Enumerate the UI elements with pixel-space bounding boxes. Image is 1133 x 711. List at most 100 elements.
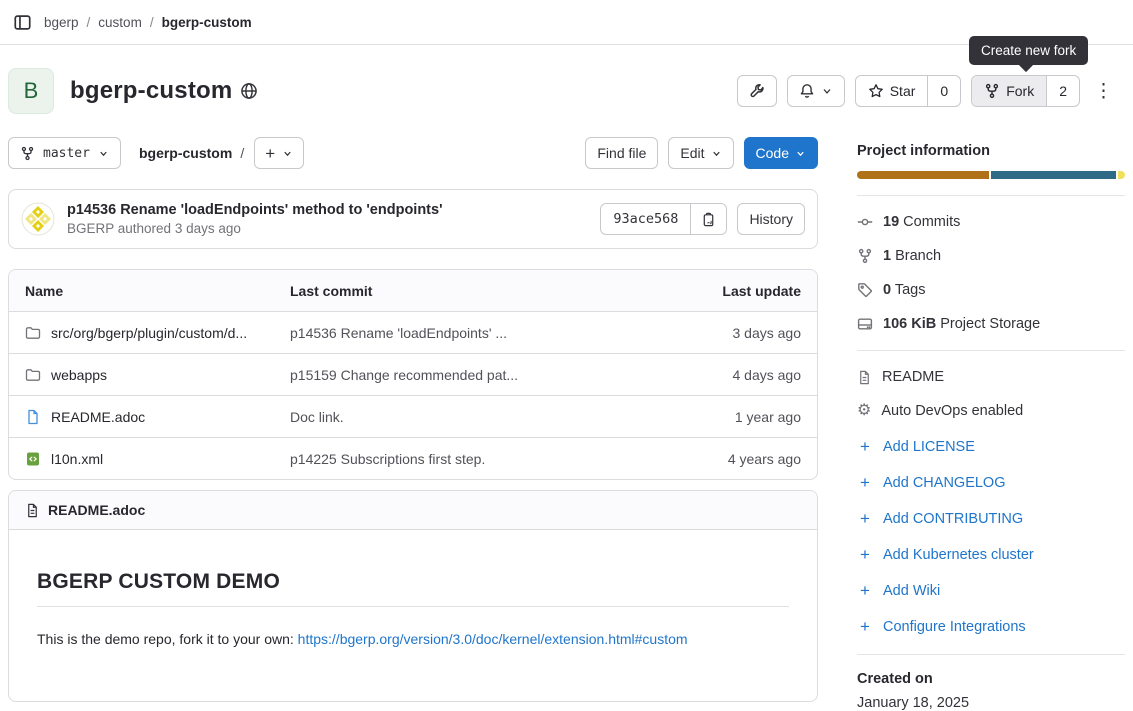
tags-count: 0: [883, 282, 891, 298]
sidebar-link-add-wiki[interactable]: + Add Wiki: [857, 582, 1125, 599]
readme-section: README.adoc BGERP CUSTOM DEMO This is th…: [8, 490, 818, 702]
file-table: Name Last commit Last update src/org/bge…: [8, 269, 818, 480]
last-commit-box: p14536 Rename 'loadEndpoints' method to …: [8, 189, 818, 249]
fork-tooltip: Create new fork: [969, 36, 1088, 65]
commits-count: 19: [883, 214, 899, 230]
row-commit-link[interactable]: p14536 Rename 'loadEndpoints' ...: [290, 325, 507, 341]
content: master bgerp-custom / + Find file Edit: [0, 131, 1133, 711]
branch-icon: [857, 248, 873, 264]
breadcrumb-subgroup[interactable]: custom: [98, 15, 142, 30]
breadcrumb-project[interactable]: bgerp-custom: [162, 15, 252, 30]
table-row: README.adoc Doc link. 1 year ago: [9, 395, 817, 437]
code-dropdown-button[interactable]: Code: [744, 137, 818, 169]
sidebar-item-tags[interactable]: 0 Tags: [857, 282, 1125, 298]
project-avatar[interactable]: B: [8, 68, 54, 114]
sidebar-item-branches[interactable]: 1 Branch: [857, 248, 1125, 264]
plus-icon: +: [857, 474, 873, 491]
readme-header[interactable]: README.adoc: [9, 491, 817, 530]
document-file-icon: [25, 503, 40, 518]
table-row: l10n.xml p14225 Subscriptions first step…: [9, 437, 817, 479]
fork-tooltip-text: Create new fork: [981, 43, 1076, 58]
configure-integrations-label: Configure Integrations: [883, 619, 1026, 635]
edit-label: Edit: [680, 145, 704, 161]
branch-selector[interactable]: master: [8, 137, 121, 169]
star-count[interactable]: 0: [927, 76, 960, 106]
sidebar-link-add-kubernetes[interactable]: + Add Kubernetes cluster: [857, 546, 1125, 563]
sidebar-item-auto-devops[interactable]: ⚙ Auto DevOps enabled: [857, 403, 1125, 419]
edit-dropdown-button[interactable]: Edit: [668, 137, 733, 169]
folder-icon: [25, 325, 41, 341]
admin-wrench-button[interactable]: [737, 75, 777, 107]
fork-icon: [984, 83, 1000, 99]
row-last-update: 4 days ago: [681, 367, 801, 383]
sidebar-item-readme[interactable]: README: [857, 369, 1125, 385]
divider: [857, 195, 1125, 196]
readme-link[interactable]: https://bgerp.org/version/3.0/doc/kernel…: [298, 631, 688, 647]
tags-label: Tags: [895, 282, 926, 298]
auto-devops-label: Auto DevOps enabled: [881, 403, 1023, 419]
language-bar[interactable]: [857, 171, 1125, 179]
breadcrumb-group[interactable]: bgerp: [44, 15, 79, 30]
commit-sha: 93ace568: [601, 204, 690, 234]
fork-button-label: Fork: [1006, 83, 1034, 99]
gear-icon: ⚙: [857, 403, 871, 419]
toolbar-right: Find file Edit Code: [585, 137, 818, 169]
fork-count-value: 2: [1059, 83, 1067, 99]
commit-text: p14536 Rename 'loadEndpoints' method to …: [67, 202, 443, 236]
chevron-down-icon: [98, 148, 109, 159]
folder-icon: [25, 367, 41, 383]
history-button[interactable]: History: [737, 203, 805, 235]
plus-icon: +: [857, 438, 873, 455]
fork-button[interactable]: Fork: [972, 76, 1046, 106]
document-file-icon: [25, 409, 41, 425]
add-kubernetes-label: Add Kubernetes cluster: [883, 547, 1034, 563]
plus-icon: +: [857, 546, 873, 563]
row-commit-link[interactable]: p15159 Change recommended pat...: [290, 367, 518, 383]
bell-icon: [799, 83, 815, 99]
sidebar-link-add-changelog[interactable]: + Add CHANGELOG: [857, 474, 1125, 491]
breadcrumb-separator: /: [87, 15, 91, 30]
language-segment: [1118, 171, 1125, 179]
sidebar-title: Project information: [857, 143, 1125, 159]
readme-heading: BGERP CUSTOM DEMO: [37, 570, 789, 607]
storage-size: 106 KiB: [883, 316, 936, 332]
commit-author-avatar[interactable]: [21, 202, 55, 236]
sidebar-toggle-icon[interactable]: [8, 8, 36, 36]
notifications-button[interactable]: [787, 75, 845, 107]
file-link[interactable]: l10n.xml: [51, 451, 103, 467]
row-last-update: 1 year ago: [681, 409, 801, 425]
repo-toolbar: master bgerp-custom / + Find file Edit: [8, 137, 818, 169]
fork-count[interactable]: 2: [1046, 76, 1079, 106]
add-wiki-label: Add Wiki: [883, 583, 940, 599]
project-header: B bgerp-custom: [0, 45, 1133, 131]
repo-path-crumb[interactable]: bgerp-custom: [139, 145, 232, 161]
file-link[interactable]: README.adoc: [51, 409, 145, 425]
header-actions: Star 0 Fork 2 ⋮: [737, 75, 1117, 107]
column-header-last-update: Last update: [681, 283, 801, 299]
more-actions-kebab-icon[interactable]: ⋮: [1090, 82, 1117, 101]
history-label: History: [749, 211, 793, 227]
row-commit-link[interactable]: Doc link.: [290, 409, 344, 425]
top-navigation-bar: bgerp / custom / bgerp-custom: [0, 0, 1133, 45]
language-segment: [991, 171, 1116, 179]
chevron-down-icon: [282, 148, 293, 159]
sidebar-link-add-license[interactable]: + Add LICENSE: [857, 438, 1125, 455]
file-link[interactable]: src/org/bgerp/plugin/custom/d...: [51, 325, 247, 341]
language-segment: [857, 171, 989, 179]
storage-label: Project Storage: [940, 316, 1040, 332]
chevron-down-icon: [821, 85, 833, 97]
code-label: Code: [756, 145, 789, 161]
sidebar-link-add-contributing[interactable]: + Add CONTRIBUTING: [857, 510, 1125, 527]
file-link[interactable]: webapps: [51, 367, 107, 383]
column-header-name: Name: [25, 283, 63, 299]
row-commit-link[interactable]: p14225 Subscriptions first step.: [290, 451, 485, 467]
commit-title-link[interactable]: p14536 Rename 'loadEndpoints' method to …: [67, 202, 443, 218]
copy-sha-button[interactable]: [690, 204, 726, 234]
branch-name: master: [43, 146, 90, 161]
find-file-button[interactable]: Find file: [585, 137, 658, 169]
sidebar-item-storage[interactable]: 106 KiB Project Storage: [857, 316, 1125, 332]
sidebar-link-configure-integrations[interactable]: + Configure Integrations: [857, 618, 1125, 635]
add-file-dropdown[interactable]: +: [254, 137, 304, 169]
sidebar-item-commits[interactable]: 19 Commits: [857, 214, 1125, 230]
star-button[interactable]: Star: [856, 76, 928, 106]
